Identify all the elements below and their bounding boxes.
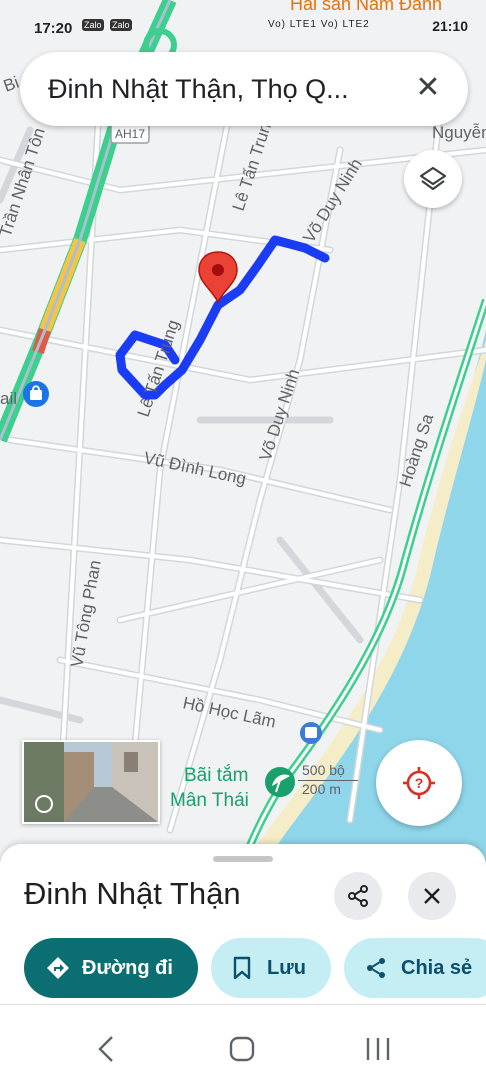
poi-label-top[interactable]: Hải sản Nam Đảnh [290,0,442,15]
zalo-icon: Zalo [82,19,104,31]
back-icon[interactable] [88,1029,128,1069]
beach-label-line2: Mân Thái [170,790,249,811]
share-icon [367,958,385,978]
status-bar: Hải sản Nam Đảnh 17:20 Zalo Zalo Vo) LTE… [0,0,486,44]
shopping-poi-icon[interactable] [23,381,49,407]
share-label: Chia sẻ [401,957,473,979]
scale-top: 500 bộ [298,762,358,781]
status-time: 17:20 [34,20,73,37]
directions-button[interactable]: Đường đi [24,938,198,998]
svg-text:AH17: AH17 [115,127,145,141]
close-sheet-button[interactable] [408,872,456,920]
save-button[interactable]: Lưu [211,938,331,998]
beach-poi-icon[interactable] [265,767,295,797]
street-label-nguyen: Nguyễn [432,123,486,142]
recents-icon[interactable] [358,1029,398,1069]
share-icon [348,885,368,907]
status-left-icons: Zalo Zalo [82,19,136,31]
share-icon-button[interactable] [334,872,382,920]
bus-stop-icon[interactable] [300,722,322,744]
scale-bottom: 200 m [302,781,341,797]
street-label-ail: ail [0,389,17,408]
street-view-thumbnail[interactable] [22,740,160,824]
share-button[interactable]: Chia sẻ [344,938,486,998]
system-nav-bar [0,1004,486,1081]
place-title: Đinh Nhật Thận [24,876,241,911]
directions-label: Đường đi [82,957,173,979]
road-shield-ah17: AH17 [110,122,150,144]
bookmark-icon [233,956,251,980]
my-location-button[interactable]: ? [376,740,462,826]
zalo-icon: Zalo [110,19,132,31]
search-query[interactable]: Đinh Nhật Thận, Thọ Q... [48,74,349,105]
directions-icon [47,957,69,979]
search-bar[interactable]: Đinh Nhật Thận, Thọ Q... ✕ [20,52,468,126]
locate-icon: ? [403,767,435,799]
beach-label-line1: Bãi tắm [184,764,248,786]
close-icon[interactable]: ✕ [408,68,448,108]
svg-text:?: ? [415,775,424,791]
status-right-time: 21:10 [432,18,468,34]
home-icon[interactable] [222,1029,262,1069]
close-icon [424,888,440,904]
layers-icon [419,166,447,191]
map-scale: 500 bộ 200 m [298,762,358,799]
save-label: Lưu [267,957,306,979]
sheet-handle[interactable] [213,856,273,862]
layers-button[interactable] [404,150,462,208]
signal-text: Vo) LTE1 Vo) LTE2 [268,19,370,30]
